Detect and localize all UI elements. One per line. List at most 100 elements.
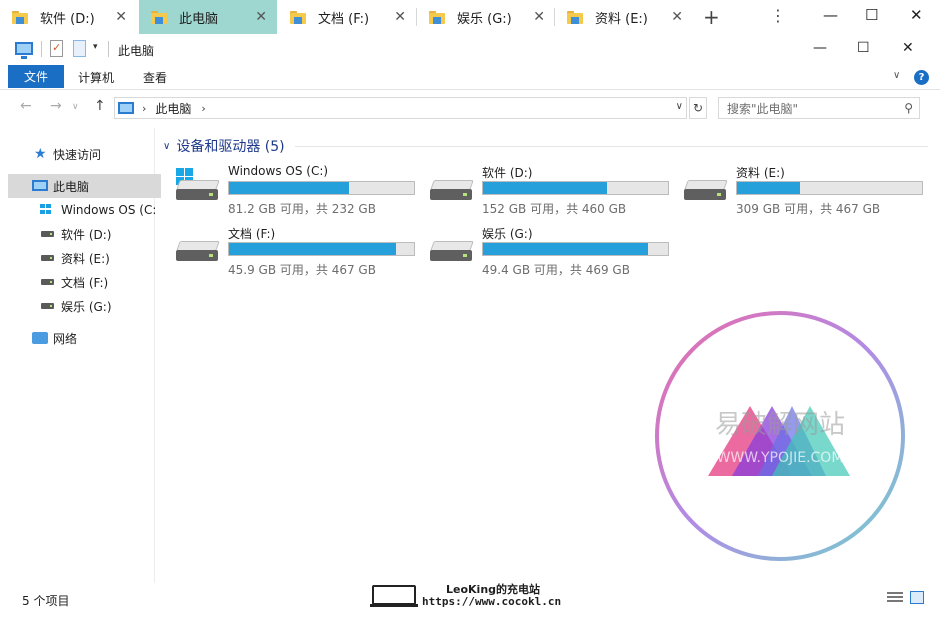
tab-label: 文档 (F:) [318,11,370,27]
properties-icon[interactable] [50,40,63,57]
inner-minimize-button[interactable]: — [813,40,827,56]
tab-label: 此电脑 [179,11,219,27]
nav-label: 资料 (E:) [61,251,110,266]
drive-tile-g[interactable]: 娱乐 (G:) 49.4 GB 可用，共 469 GB [430,225,680,281]
details-view-icon[interactable] [887,592,903,604]
nav-drive-f[interactable]: 文档 (F:) [0,270,155,294]
drive-icon [41,279,54,285]
collapse-chevron-icon[interactable]: ∨ [163,141,170,152]
drive-name: 软件 (D:) [482,166,533,180]
brand-overlay: LeoKing的充电站 https://www.cocokl.cn [370,581,582,611]
drive-free-space: 81.2 GB 可用，共 232 GB [228,202,376,216]
nav-drive-e[interactable]: 资料 (E:) [0,246,155,270]
new-folder-icon[interactable] [73,40,86,57]
refresh-button[interactable]: ↻ [689,97,707,119]
drive-icon [684,178,728,202]
tab-close-icon[interactable]: ✕ [671,9,683,25]
breadcrumb-separator[interactable]: › [201,102,205,115]
forward-button[interactable]: → [50,98,62,114]
windows-drive-icon [176,168,220,202]
drive-name: Windows OS (C:) [228,164,329,178]
folder-icon [567,10,583,24]
address-bar[interactable]: › 此电脑 › ∨ [114,97,687,119]
search-icon: ⚲ [904,101,913,115]
close-button[interactable]: ✕ [910,6,923,24]
tab-software-d[interactable]: 软件 (D:) ✕ [0,0,137,34]
drive-tile-c[interactable]: Windows OS (C:) 81.2 GB 可用，共 232 GB [176,164,426,220]
watermark-text: 易破解网站 [715,410,845,440]
watermark-logo: 易破解网站 WWW.YPOJIE.COM [655,311,905,561]
tab-close-icon[interactable]: ✕ [115,9,127,25]
ribbon-tab-computer[interactable]: 计算机 [78,69,114,86]
devices-section-header[interactable]: ∨ 设备和驱动器 (5) [163,136,928,156]
drive-icon [41,255,54,261]
drive-tile-d[interactable]: 软件 (D:) 152 GB 可用，共 460 GB [430,164,680,220]
up-button[interactable]: ↑ [94,98,106,114]
star-icon: ★ [34,146,47,162]
drive-icon [176,239,220,263]
quick-access-toolbar: ▾ 此电脑 — ☐ ✕ [0,38,940,62]
drive-free-space: 45.9 GB 可用，共 467 GB [228,263,376,277]
network-icon [32,332,48,344]
tab-materials-e[interactable]: 资料 (E:) ✕ [555,0,693,34]
tab-label: 娱乐 (G:) [457,11,512,27]
drive-icon [41,303,54,309]
tab-entertainment-g[interactable]: 娱乐 (G:) ✕ [417,0,555,34]
tab-close-icon[interactable]: ✕ [394,9,406,25]
tab-label: 软件 (D:) [40,11,95,27]
nav-drive-c[interactable]: Windows OS (C:) [0,198,155,222]
tab-docs-f[interactable]: 文档 (F:) ✕ [278,0,416,34]
windows-drive-icon [40,204,52,215]
address-dropdown-icon[interactable]: ∨ [676,101,683,112]
large-icons-view-icon[interactable] [910,591,924,604]
section-divider [294,145,928,147]
drive-usage-bar [228,242,415,256]
drive-tile-f[interactable]: 文档 (F:) 45.9 GB 可用，共 467 GB [176,225,426,281]
ribbon-tab-view[interactable]: 查看 [143,69,167,86]
maximize-button[interactable]: ☐ [865,6,878,24]
computer-icon [32,180,48,191]
nav-quick-access[interactable]: ★ 快速访问 [0,142,155,166]
nav-label: 网络 [53,331,78,346]
nav-this-pc[interactable]: 此电脑 [8,174,161,198]
more-options-icon[interactable]: ⋮ [770,6,786,25]
inner-close-button[interactable]: ✕ [902,40,914,56]
folder-icon [151,10,167,24]
inner-maximize-button[interactable]: ☐ [857,40,870,56]
tab-this-pc[interactable]: 此电脑 ✕ [139,0,277,34]
drive-usage-bar [482,181,669,195]
search-input[interactable]: 搜索"此电脑" ⚲ [718,97,920,119]
recent-locations-dropdown[interactable]: ∨ [72,102,79,112]
customize-toolbar-dropdown[interactable]: ▾ [93,42,98,52]
tab-label: 资料 (E:) [595,11,648,27]
drive-name: 资料 (E:) [736,166,785,180]
nav-drive-g[interactable]: 娱乐 (G:) [0,294,155,318]
tab-close-icon[interactable]: ✕ [533,9,545,25]
drive-icon [430,239,474,263]
drive-free-space: 152 GB 可用，共 460 GB [482,202,627,216]
breadcrumb-this-pc[interactable]: 此电脑 [155,100,191,117]
expand-ribbon-chevron-icon[interactable]: ∨ [893,70,900,81]
file-menu-button[interactable]: 文件 [8,65,64,88]
drive-usage-bar [736,181,923,195]
drive-free-space: 309 GB 可用，共 467 GB [736,202,881,216]
drive-icon [41,231,54,237]
minimize-button[interactable]: — [823,6,838,24]
new-tab-button[interactable]: + [703,5,720,29]
breadcrumb-separator[interactable]: › [142,102,146,115]
help-icon[interactable]: ? [914,70,929,85]
drive-name: 文档 (F:) [228,227,276,241]
nav-network[interactable]: 网络 [0,326,155,350]
laptop-icon [370,585,418,607]
drive-name: 娱乐 (G:) [482,227,533,241]
back-button[interactable]: ← [20,98,32,114]
address-row: ← → ∨ ↑ › 此电脑 › ∨ ↻ 搜索"此电脑" ⚲ [0,94,940,120]
nav-drive-d[interactable]: 软件 (D:) [0,222,155,246]
drive-tile-e[interactable]: 资料 (E:) 309 GB 可用，共 467 GB [684,164,934,220]
tab-close-icon[interactable]: ✕ [255,9,267,25]
toolbar-divider [41,41,42,57]
drive-usage-bar [228,181,415,195]
computer-icon [118,102,134,114]
folder-icon [429,10,445,24]
brand-url: https://www.cocokl.cn [422,595,562,608]
